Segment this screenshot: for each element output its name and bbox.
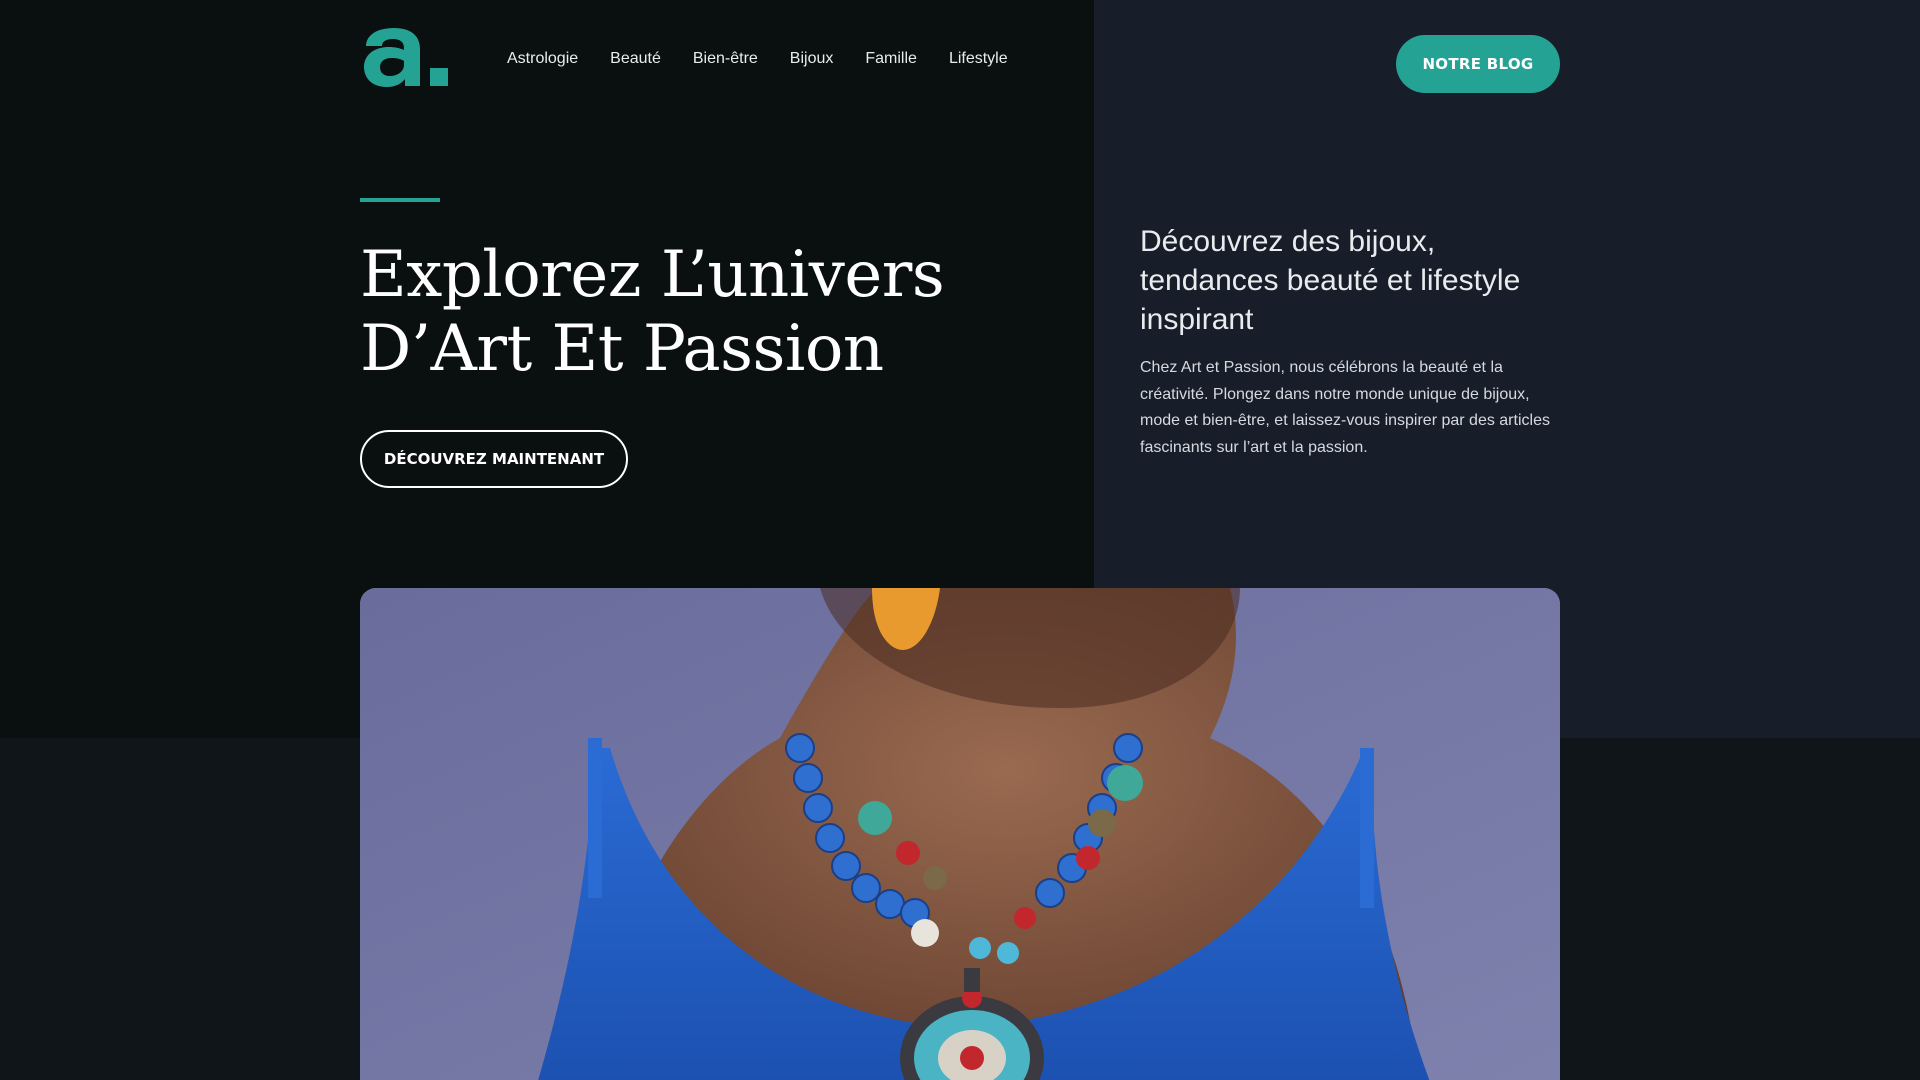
nav-item-famille[interactable]: Famille (865, 50, 917, 68)
nav-item-lifestyle[interactable]: Lifestyle (949, 50, 1008, 68)
hero-image (360, 588, 1560, 1080)
hero-title-line-2: D’Art Et Passion (360, 312, 884, 386)
nav-item-bijoux[interactable]: Bijoux (790, 50, 834, 68)
intro-paragraph: Chez Art et Passion, nous célébrons la b… (1140, 359, 1550, 456)
intro-heading: Découvrez des bijoux, tendances beauté e… (1140, 225, 1521, 336)
nav-item-astrologie[interactable]: Astrologie (507, 50, 578, 68)
page: Astrologie Beauté Bien-être Bijoux Famil… (0, 0, 1920, 1080)
accent-divider (360, 198, 440, 202)
hero-title: Explorez L’univers D’Art Et Passion (360, 238, 945, 386)
site-logo[interactable] (360, 24, 456, 96)
woman-necklace-photo (360, 588, 1560, 1080)
logo-mark-icon (364, 28, 448, 87)
nav-item-beaute[interactable]: Beauté (610, 50, 661, 68)
nav-item-bien-etre[interactable]: Bien-être (693, 50, 758, 68)
blog-button[interactable]: NOTRE BLOG (1396, 35, 1560, 93)
hero-title-line-1: Explorez L’univers (360, 238, 945, 312)
discover-now-button[interactable]: DÉCOUVREZ MAINTENANT (360, 430, 628, 488)
main-nav: Astrologie Beauté Bien-être Bijoux Famil… (507, 50, 1008, 68)
